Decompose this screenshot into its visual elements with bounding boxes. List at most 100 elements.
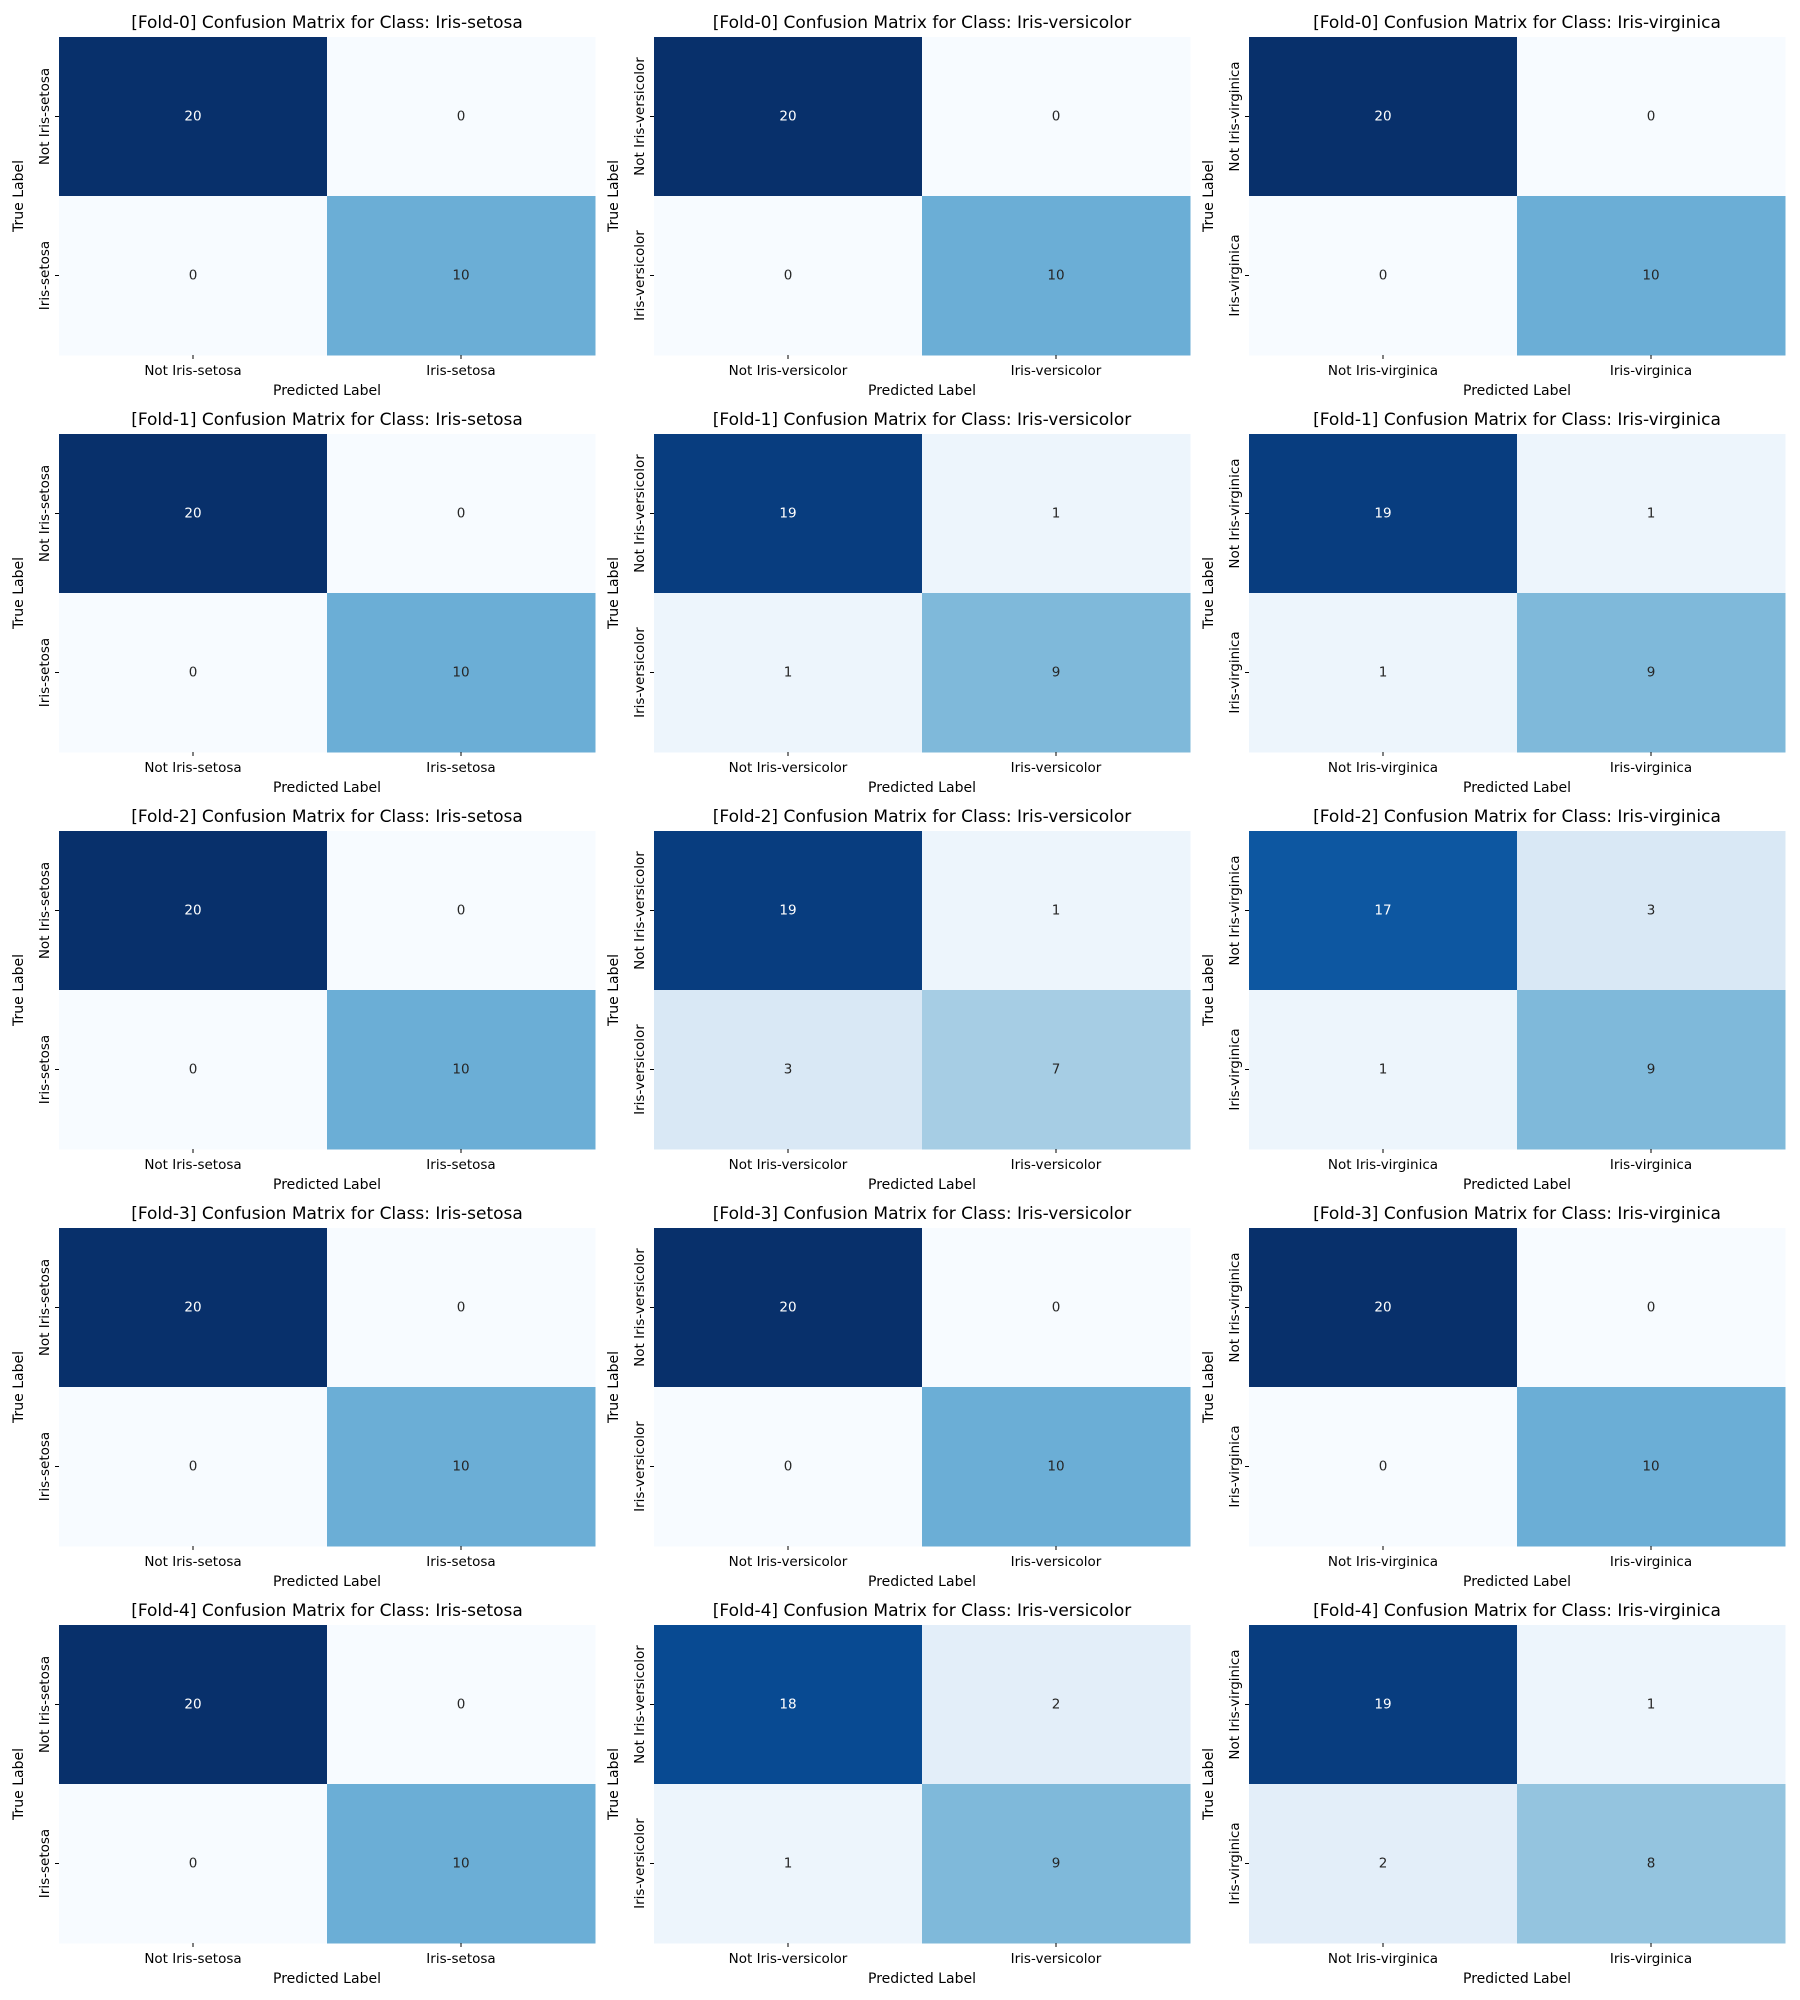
- y-axis-label: True Label: [606, 1351, 622, 1424]
- x-axis-label: Predicted Label: [868, 383, 976, 399]
- x-tick-label: Not Iris-virginica: [1328, 1554, 1438, 1570]
- x-tick-label: Not Iris-versicolor: [729, 1554, 848, 1570]
- cell-value-label: 10: [452, 1856, 469, 1872]
- cell-value-label: 9: [1052, 1856, 1061, 1872]
- cell-value-label: 3: [1647, 903, 1656, 919]
- x-tick-label: Not Iris-virginica: [1328, 1951, 1438, 1967]
- y-tick-label: Not Iris-setosa: [37, 862, 53, 959]
- cell-value-label: 0: [189, 665, 198, 681]
- cell-value-label: 1: [784, 1856, 793, 1872]
- chart-title: [Fold-2] Confusion Matrix for Class: Iri…: [713, 807, 1131, 827]
- x-axis-label: Predicted Label: [273, 1971, 381, 1987]
- y-axis-label: True Label: [11, 1351, 27, 1424]
- y-axis-label: True Label: [11, 954, 27, 1027]
- y-axis-label: True Label: [11, 557, 27, 630]
- x-tick-label: Iris-versicolor: [1011, 1554, 1102, 1570]
- cell-value-label: 1: [1052, 506, 1061, 522]
- cell-value-label: 0: [1647, 109, 1656, 125]
- cell-value-label: 20: [1374, 1300, 1391, 1316]
- y-tick-label: Not Iris-versicolor: [632, 1645, 648, 1764]
- cell-value-label: 1: [1379, 1062, 1388, 1078]
- cell-value-label: 20: [184, 109, 201, 125]
- y-tick-label: Iris-setosa: [37, 241, 53, 310]
- cell-value-label: 0: [457, 506, 466, 522]
- x-axis-label: Predicted Label: [273, 383, 381, 399]
- cell-value-label: 20: [779, 1300, 796, 1316]
- chart-title: [Fold-1] Confusion Matrix for Class: Iri…: [131, 410, 523, 430]
- x-axis-label: Predicted Label: [1463, 383, 1571, 399]
- cell-value-label: 10: [1047, 268, 1064, 284]
- cell-value-label: 0: [457, 109, 466, 125]
- x-tick-label: Not Iris-virginica: [1328, 760, 1438, 776]
- cell-value-label: 20: [1374, 109, 1391, 125]
- cell-value-label: 20: [184, 506, 201, 522]
- y-axis-label: True Label: [1201, 160, 1217, 233]
- cell-value-label: 0: [1052, 109, 1061, 125]
- x-tick-label: Iris-versicolor: [1011, 363, 1102, 379]
- x-tick-label: Not Iris-versicolor: [729, 760, 848, 776]
- cell-value-label: 10: [452, 665, 469, 681]
- cell-value-label: 9: [1647, 1062, 1656, 1078]
- x-tick-label: Iris-setosa: [426, 1554, 495, 1570]
- cell-value-label: 19: [1374, 1697, 1391, 1713]
- chart-title: [Fold-3] Confusion Matrix for Class: Iri…: [131, 1204, 523, 1224]
- chart-title: [Fold-2] Confusion Matrix for Class: Iri…: [131, 807, 523, 827]
- chart-title: [Fold-0] Confusion Matrix for Class: Iri…: [131, 13, 523, 33]
- cell-value-label: 1: [1647, 506, 1656, 522]
- x-axis-label: Predicted Label: [273, 1177, 381, 1193]
- y-tick-label: Not Iris-versicolor: [632, 454, 648, 573]
- cell-value-label: 20: [184, 1300, 201, 1316]
- y-tick-label: Not Iris-virginica: [1227, 61, 1243, 171]
- cell-value-label: 19: [779, 903, 796, 919]
- y-tick-label: Not Iris-setosa: [37, 68, 53, 165]
- y-axis-label: True Label: [606, 160, 622, 233]
- cell-value-label: 0: [1647, 1300, 1656, 1316]
- y-tick-label: Iris-setosa: [37, 1432, 53, 1501]
- x-tick-label: Not Iris-setosa: [144, 1157, 241, 1173]
- y-tick-label: Iris-virginica: [1227, 1822, 1243, 1904]
- cell-value-label: 1: [1052, 903, 1061, 919]
- x-axis-label: Predicted Label: [868, 780, 976, 796]
- y-axis-label: True Label: [606, 557, 622, 630]
- y-tick-label: Not Iris-setosa: [37, 1259, 53, 1356]
- x-axis-label: Predicted Label: [273, 780, 381, 796]
- y-axis-label: True Label: [11, 160, 27, 233]
- cell-value-label: 0: [1379, 1459, 1388, 1475]
- cell-value-label: 2: [1379, 1856, 1388, 1872]
- cell-value-label: 9: [1052, 665, 1061, 681]
- y-tick-label: Iris-virginica: [1227, 1425, 1243, 1507]
- y-axis-label: True Label: [606, 1748, 622, 1821]
- y-tick-label: Not Iris-virginica: [1227, 1252, 1243, 1362]
- cell-value-label: 17: [1374, 903, 1391, 919]
- y-tick-label: Not Iris-versicolor: [632, 1248, 648, 1367]
- cell-value-label: 10: [1047, 1459, 1064, 1475]
- x-tick-label: Iris-setosa: [426, 760, 495, 776]
- y-tick-label: Iris-setosa: [37, 638, 53, 707]
- chart-title: [Fold-2] Confusion Matrix for Class: Iri…: [1313, 807, 1721, 827]
- cell-value-label: 2: [1052, 1697, 1061, 1713]
- x-tick-label: Not Iris-versicolor: [729, 1951, 848, 1967]
- cell-value-label: 0: [784, 268, 793, 284]
- x-axis-label: Predicted Label: [273, 1574, 381, 1590]
- y-axis-label: True Label: [1201, 1351, 1217, 1424]
- chart-title: [Fold-0] Confusion Matrix for Class: Iri…: [713, 13, 1131, 33]
- cell-value-label: 19: [1374, 506, 1391, 522]
- x-tick-label: Iris-virginica: [1610, 1157, 1692, 1173]
- cell-value-label: 0: [1052, 1300, 1061, 1316]
- y-tick-label: Iris-setosa: [37, 1829, 53, 1898]
- y-tick-label: Iris-versicolor: [632, 230, 648, 321]
- x-tick-label: Not Iris-setosa: [144, 1554, 241, 1570]
- y-tick-label: Iris-versicolor: [632, 1818, 648, 1909]
- x-tick-label: Not Iris-versicolor: [729, 363, 848, 379]
- y-axis-label: True Label: [1201, 1748, 1217, 1821]
- x-tick-label: Iris-versicolor: [1011, 1157, 1102, 1173]
- y-tick-label: Not Iris-virginica: [1227, 1649, 1243, 1759]
- y-tick-label: Iris-versicolor: [632, 1024, 648, 1115]
- cell-value-label: 19: [779, 506, 796, 522]
- y-axis-label: True Label: [1201, 557, 1217, 630]
- x-tick-label: Iris-versicolor: [1011, 1951, 1102, 1967]
- x-tick-label: Not Iris-versicolor: [729, 1157, 848, 1173]
- y-axis-label: True Label: [11, 1748, 27, 1821]
- x-tick-label: Not Iris-setosa: [144, 363, 241, 379]
- cell-value-label: 8: [1647, 1856, 1656, 1872]
